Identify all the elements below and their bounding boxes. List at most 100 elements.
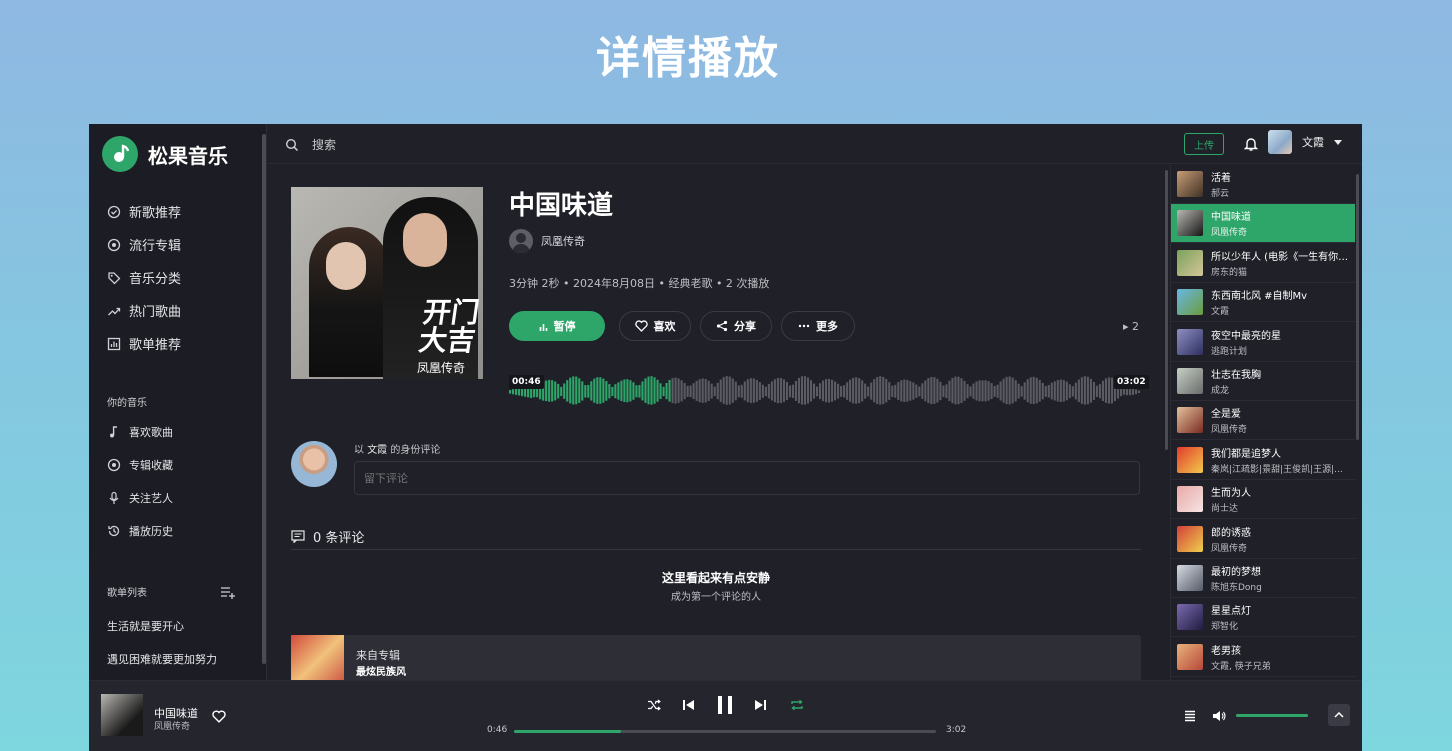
- progress-bar[interactable]: [514, 730, 936, 733]
- volume-slider[interactable]: [1236, 714, 1308, 717]
- comment-icon: [291, 530, 305, 543]
- queue-item[interactable]: 星星点灯 郑智化: [1171, 598, 1355, 638]
- pause-icon[interactable]: [715, 695, 735, 715]
- nav-item-liked-songs[interactable]: 喜欢歌曲: [107, 424, 173, 440]
- empty-state-subtitle: 成为第一个评论的人: [671, 592, 761, 603]
- queue-item[interactable]: 夜空中最亮的星 逃跑计划: [1171, 323, 1355, 362]
- queue-item-text: 郎的诱惑 凤凰传奇: [1211, 524, 1351, 554]
- queue-item-thumbnail: [1177, 643, 1203, 670]
- playlist-item[interactable]: 遇见困难就要更加努力: [107, 651, 217, 667]
- heart-icon: [634, 320, 648, 332]
- playlist-item[interactable]: 生活就是要开心: [107, 618, 184, 634]
- queue-item[interactable]: 活着 郝云: [1171, 165, 1355, 204]
- queue-item-text: 活着 郝云: [1211, 169, 1351, 199]
- queue-item[interactable]: 东西南北风 #自制Mv 文霞: [1171, 283, 1355, 323]
- repeat-icon[interactable]: [790, 699, 804, 711]
- queue-item[interactable]: 壮志在我胸 成龙: [1171, 362, 1355, 401]
- queue-item[interactable]: 郎的诱惑 凤凰传奇: [1171, 520, 1355, 559]
- nav-item-album-favorites[interactable]: 专辑收藏: [107, 457, 173, 473]
- search-placeholder: 搜索: [312, 138, 337, 152]
- queue-item-thumbnail: [1177, 604, 1203, 631]
- queue-item-artist: 郑智化: [1211, 622, 1239, 633]
- sidebar: 松果音乐 新歌推荐 流行专辑 音乐分类 热门歌曲 歌单推荐 你的音乐 喜欢歌曲: [89, 124, 267, 680]
- queue-list-icon[interactable]: [1184, 707, 1196, 726]
- queue-item[interactable]: 所以少年人 (电影《一生有你》... 房东的猫: [1171, 244, 1355, 283]
- queue-panel: 活着郝云中国味道 凤凰传奇 所以少年人 (电影《一生有你》... 房东的猫东西南北风 …: [1170, 165, 1362, 680]
- queue-item-title: 壮志在我胸: [1211, 370, 1261, 381]
- queue-item-title: 活着: [1211, 173, 1231, 184]
- now-playing-artist[interactable]: 凤凰传奇: [154, 719, 190, 732]
- queue-item-text: 最初的梦想 陈旭东Dong: [1211, 563, 1351, 593]
- upload-button[interactable]: 上传: [1184, 133, 1224, 155]
- nav-item-popular-albums[interactable]: 流行专辑: [107, 235, 181, 254]
- queue-item[interactable]: 生而为人 尚士达: [1171, 480, 1355, 520]
- queue-item-text: 我们都是追梦人 秦岚|江疏影|景甜|王俊凯|王源|...: [1211, 445, 1351, 475]
- queue-item-title: 最初的梦想: [1211, 567, 1261, 578]
- main-scrollbar[interactable]: [1165, 170, 1168, 450]
- queue-item-title: 夜空中最亮的星: [1211, 330, 1281, 342]
- search-bar[interactable]: 搜索: [285, 136, 336, 153]
- queue-item-artist: 房东的猫: [1211, 267, 1248, 278]
- nav-label: 流行专辑: [129, 239, 182, 254]
- album-card[interactable]: 来自专辑 最炫民族风: [291, 635, 1141, 680]
- disc-icon: [107, 238, 121, 252]
- queue-item-text: 东西南北风 #自制Mv 文霞: [1211, 287, 1351, 317]
- sidebar-scrollbar[interactable]: [262, 134, 266, 664]
- like-button[interactable]: 喜欢: [619, 311, 691, 341]
- waveform-current-time: 00:46: [509, 375, 544, 389]
- nav-item-categories[interactable]: 音乐分类: [107, 268, 181, 287]
- nav-item-followed-artists[interactable]: 关注艺人: [107, 490, 173, 506]
- queue-item-artist: 逃跑计划: [1211, 346, 1248, 357]
- comment-input[interactable]: [354, 461, 1140, 495]
- previous-icon[interactable]: [682, 699, 695, 711]
- nav-item-playlist-recs[interactable]: 歌单推荐: [107, 334, 181, 353]
- artist-link[interactable]: 凤凰传奇: [509, 229, 585, 253]
- queue-item-text: 壮志在我胸 成龙: [1211, 366, 1351, 396]
- nav-label: 歌单推荐: [129, 338, 182, 353]
- queue-item[interactable]: 全是爱 凤凰传奇: [1171, 401, 1355, 441]
- nav-item-new-songs[interactable]: 新歌推荐: [107, 202, 181, 221]
- queue-item-thumbnail: [1177, 565, 1203, 591]
- album-cover: 开门大吉 凤凰传奇: [291, 187, 483, 379]
- queue-item-thumbnail: [1177, 368, 1203, 394]
- shuffle-icon[interactable]: [647, 699, 661, 711]
- next-icon[interactable]: [754, 699, 767, 711]
- avatar: [1268, 130, 1292, 154]
- add-playlist-icon[interactable]: [220, 584, 236, 603]
- more-button[interactable]: 更多: [781, 311, 855, 341]
- comment-count-label: 0 条评论: [313, 531, 365, 546]
- waveform[interactable]: [509, 367, 1141, 417]
- queue-item-artist: 秦岚|江疏影|景甜|王俊凯|王源|...: [1211, 464, 1343, 475]
- app-logo[interactable]: 松果音乐: [102, 136, 228, 172]
- comment-count: 0 条评论: [291, 527, 364, 546]
- logo-icon: [102, 136, 138, 172]
- queue-item-thumbnail: [1177, 328, 1203, 355]
- search-icon: [285, 138, 299, 151]
- queue-item-thumbnail: [1177, 525, 1203, 552]
- cover-title: 开门大吉: [416, 296, 482, 357]
- nav-item-play-history[interactable]: 播放历史: [107, 523, 173, 539]
- music-note-icon: [107, 425, 121, 439]
- queue-item-artist: 文霞, 筷子兄弟: [1211, 661, 1271, 672]
- queue-item-artist: 凤凰传奇: [1211, 543, 1248, 554]
- queue-count[interactable]: ▸ 2: [1123, 320, 1139, 333]
- volume-icon[interactable]: [1212, 707, 1226, 726]
- now-playing-thumbnail[interactable]: [101, 694, 143, 736]
- queue-item[interactable]: 最初的梦想 陈旭东Dong: [1171, 559, 1355, 598]
- artist-avatar-icon: [509, 229, 533, 253]
- queue-item[interactable]: 老男孩 文霞, 筷子兄弟: [1171, 638, 1355, 677]
- nav-label: 新歌推荐: [129, 206, 182, 221]
- queue-item-artist: 郝云: [1211, 189, 1230, 199]
- queue-scrollbar[interactable]: [1356, 174, 1359, 440]
- bell-icon[interactable]: [1243, 136, 1259, 156]
- heart-icon[interactable]: [212, 708, 226, 727]
- pause-button[interactable]: 暂停: [509, 311, 605, 341]
- nav-item-hot-songs[interactable]: 热门歌曲: [107, 301, 181, 320]
- nav-label: 播放历史: [129, 525, 173, 538]
- user-menu[interactable]: 文霞: [1268, 130, 1342, 154]
- queue-item[interactable]: 我们都是追梦人 秦岚|江疏影|景甜|王俊凯|王源|...: [1171, 441, 1355, 480]
- queue-item[interactable]: 中国味道 凤凰传奇: [1171, 204, 1355, 244]
- expand-button[interactable]: [1328, 704, 1350, 726]
- share-button[interactable]: 分享: [700, 311, 772, 341]
- volume-fill: [1236, 714, 1308, 717]
